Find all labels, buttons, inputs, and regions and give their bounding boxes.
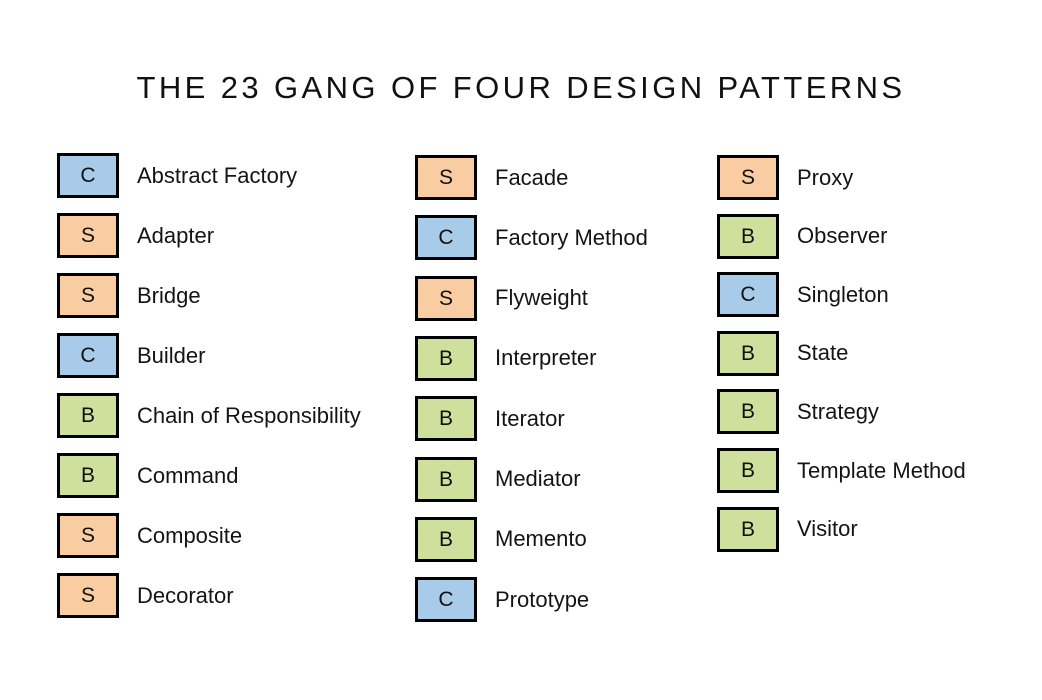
pattern-category-box: B: [415, 335, 477, 381]
design-patterns-poster: THE 23 GANG OF FOUR DESIGN PATTERNS C Abs…: [0, 0, 1042, 700]
pattern-category-letter: S: [80, 584, 95, 607]
pattern-row[interactable]: C Builder: [57, 333, 205, 378]
pattern-row[interactable]: S Adapter: [57, 213, 214, 258]
pattern-category-letter: S: [80, 284, 95, 307]
pattern-category-box: B: [415, 516, 477, 562]
pattern-name-label: State: [797, 340, 849, 366]
pattern-row[interactable]: S Flyweight: [415, 275, 588, 321]
pattern-name-label: Template Method: [797, 457, 966, 483]
pattern-name-label: Factory Method: [495, 224, 648, 250]
pattern-name-label: Decorator: [137, 582, 234, 608]
pattern-category-letter: B: [740, 224, 755, 248]
pattern-name-label: Adapter: [137, 222, 215, 248]
pattern-category-letter: B: [740, 400, 755, 424]
pattern-name-label: Mediator: [495, 466, 581, 491]
pattern-row[interactable]: C Singleton: [717, 272, 889, 318]
pattern-category-letter: B: [80, 464, 95, 487]
pattern-category-letter: C: [740, 283, 756, 307]
pattern-name-label: Strategy: [797, 398, 879, 424]
pattern-category-box: S: [415, 155, 477, 200]
pattern-name-label: Interpreter: [495, 345, 597, 371]
pattern-category-letter: B: [438, 407, 453, 431]
pattern-row[interactable]: S Composite: [57, 513, 242, 558]
pattern-category-box: B: [717, 389, 779, 435]
pattern-row[interactable]: B Command: [57, 453, 238, 498]
pattern-name-label: Abstract Factory: [137, 162, 298, 188]
pattern-category-letter: B: [438, 467, 453, 491]
pattern-category-box: B: [415, 456, 477, 502]
pattern-category-box: B: [717, 448, 779, 493]
pattern-name-label: Facade: [495, 164, 569, 190]
pattern-name-label: Flyweight: [495, 285, 588, 311]
pattern-category-letter: B: [740, 517, 755, 541]
pattern-row[interactable]: C Prototype: [415, 577, 590, 623]
page-title: THE 23 GANG OF FOUR DESIGN PATTERNS: [136, 70, 906, 105]
pattern-name-label: Command: [137, 462, 239, 488]
pattern-row[interactable]: B Interpreter: [415, 335, 597, 381]
pattern-row[interactable]: B Observer: [717, 213, 888, 259]
pattern-row[interactable]: C Factory Method: [415, 215, 648, 261]
pattern-name-label: Prototype: [495, 586, 590, 612]
pattern-category-letter: S: [80, 524, 95, 547]
pattern-category-box: S: [57, 273, 119, 318]
pattern-category-box: S: [717, 155, 779, 200]
pattern-category-box: B: [717, 506, 779, 552]
pattern-name-label: Proxy: [797, 164, 854, 190]
pattern-category-letter: S: [740, 166, 755, 189]
pattern-name-label: Builder: [137, 342, 206, 368]
pattern-row[interactable]: B Template Method: [717, 448, 966, 493]
pattern-category-box: S: [57, 213, 119, 258]
pattern-row[interactable]: B State: [717, 330, 849, 376]
pattern-row[interactable]: B Memento: [415, 516, 587, 562]
pattern-category-box: B: [57, 393, 119, 438]
pattern-category-letter: S: [438, 166, 453, 189]
pattern-row[interactable]: B Iterator: [415, 396, 565, 442]
pattern-category-box: S: [57, 573, 119, 618]
pattern-category-box: B: [717, 330, 779, 376]
pattern-name-label: Composite: [137, 522, 243, 548]
pattern-category-box: B: [57, 453, 119, 498]
pattern-name-label: Bridge: [137, 282, 201, 308]
pattern-category-box: C: [717, 272, 779, 318]
pattern-category-letter: C: [438, 588, 454, 612]
pattern-category-box: B: [415, 396, 477, 442]
pattern-category-box: S: [415, 275, 477, 321]
pattern-row[interactable]: B Mediator: [415, 456, 581, 502]
pattern-name-label: Observer: [797, 223, 888, 249]
pattern-category-box: S: [57, 513, 119, 558]
pattern-name-label: Iterator: [495, 405, 565, 431]
pattern-category-box: C: [57, 153, 119, 198]
pattern-category-box: B: [717, 213, 779, 259]
pattern-category-box: C: [415, 215, 477, 261]
pattern-category-letter: C: [80, 344, 96, 367]
pattern-category-letter: B: [80, 404, 95, 427]
pattern-category-letter: C: [438, 226, 454, 250]
pattern-category-letter: B: [740, 341, 755, 365]
pattern-category-letter: B: [740, 459, 755, 482]
pattern-name-label: Memento: [495, 526, 587, 552]
pattern-category-box: C: [415, 577, 477, 623]
pattern-name-label: Visitor: [797, 516, 858, 542]
pattern-row[interactable]: S Proxy: [717, 155, 853, 200]
pattern-row[interactable]: S Decorator: [57, 573, 234, 618]
pattern-name-label: Chain of Responsibility: [137, 402, 361, 428]
pattern-row[interactable]: S Bridge: [57, 273, 201, 318]
pattern-category-letter: B: [438, 527, 453, 551]
pattern-row[interactable]: B Strategy: [717, 389, 879, 435]
pattern-category-box: C: [57, 333, 119, 378]
pattern-row[interactable]: S Facade: [415, 155, 568, 200]
pattern-category-letter: S: [438, 286, 453, 310]
pattern-row[interactable]: B Chain of Responsibility: [57, 393, 361, 438]
pattern-row[interactable]: C Abstract Factory: [57, 153, 297, 198]
pattern-row[interactable]: B Visitor: [717, 506, 858, 552]
pattern-name-label: Singleton: [797, 281, 889, 307]
pattern-category-letter: C: [80, 164, 96, 187]
pattern-category-letter: S: [80, 224, 95, 247]
pattern-category-letter: B: [438, 346, 453, 370]
